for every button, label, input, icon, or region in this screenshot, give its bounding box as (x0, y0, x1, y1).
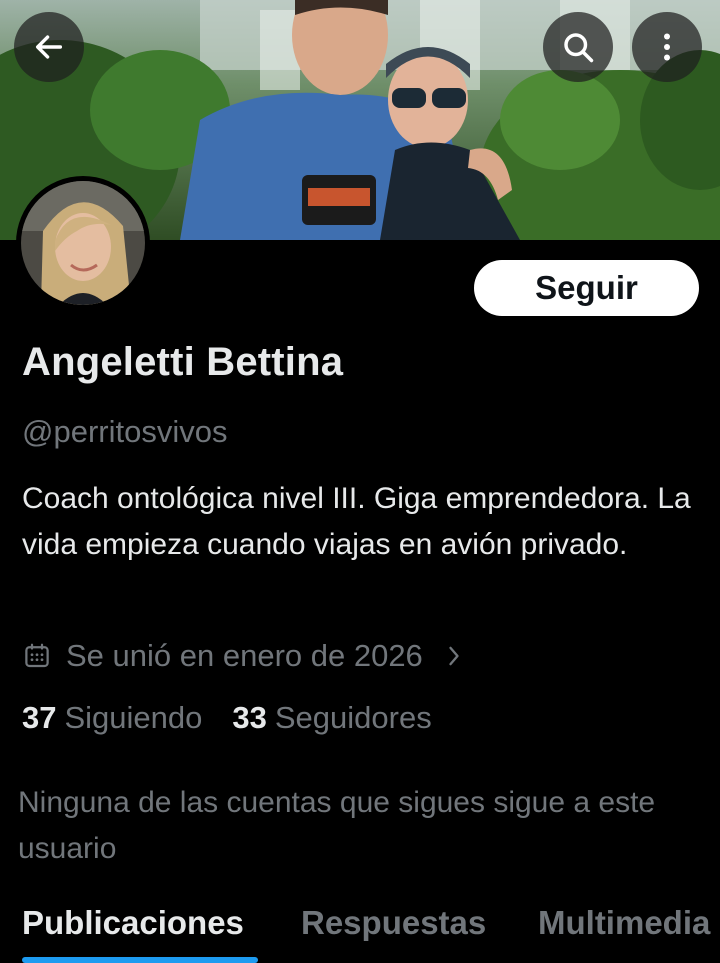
back-button[interactable] (14, 12, 84, 82)
follow-stats: 37 Siguiendo 33 Seguidores (22, 700, 432, 736)
tab-publicaciones[interactable]: Publicaciones (22, 904, 244, 942)
profile-bio: Coach ontológica nivel III. Giga emprend… (22, 482, 691, 561)
more-options-button[interactable] (632, 12, 702, 82)
joined-date-text: Se unió en enero de 2026 (66, 638, 423, 673)
tab-respuestas[interactable]: Respuestas (301, 904, 486, 942)
chevron-right-icon (449, 646, 459, 666)
mutual-followers-note: Ninguna de las cuentas que sigues sigue … (18, 786, 656, 865)
profile-name: Angeletti Bettina (22, 340, 344, 384)
search-icon (564, 33, 594, 63)
profile-handle: @perritosvivos (22, 414, 228, 449)
followers-label: Seguidores (274, 700, 432, 735)
search-button[interactable] (543, 12, 613, 82)
arrow-left-icon (35, 35, 63, 59)
followers-link[interactable]: 33 Seguidores (232, 700, 431, 736)
following-link[interactable]: 37 Siguiendo (22, 700, 202, 736)
avatar-photo (21, 181, 145, 305)
joined-date-row[interactable]: Se unió en enero de 2026 (22, 636, 465, 676)
following-label: Siguiendo (64, 700, 203, 735)
followers-count: 33 (232, 700, 267, 735)
active-tab-indicator (22, 957, 258, 963)
more-vertical-icon (664, 33, 670, 61)
profile-tabs: Publicaciones Respuestas Multimedia (0, 900, 720, 963)
follow-button[interactable]: Seguir (474, 260, 699, 316)
calendar-icon (25, 643, 49, 668)
tab-multimedia[interactable]: Multimedia (538, 904, 710, 942)
following-count: 37 (22, 700, 57, 735)
profile-avatar[interactable] (16, 176, 150, 310)
